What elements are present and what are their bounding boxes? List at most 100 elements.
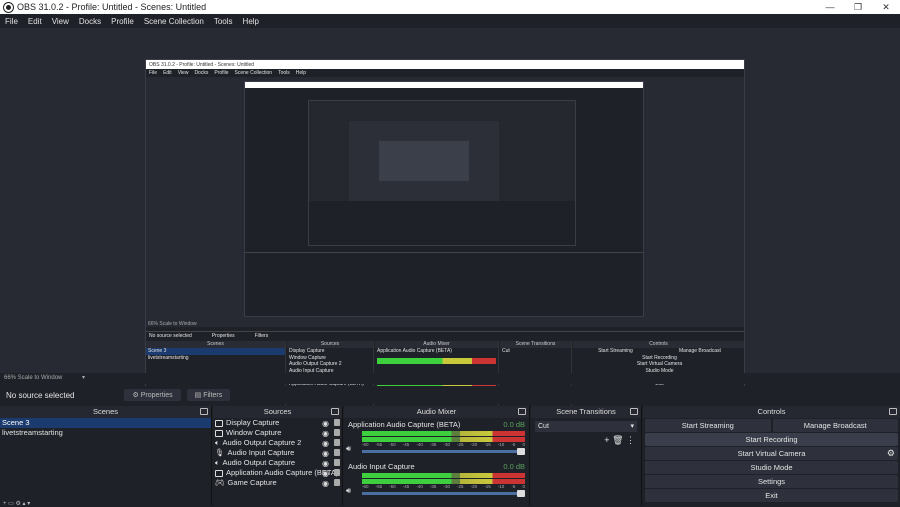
filters-button[interactable]: ▤ Filters: [186, 389, 231, 401]
properties-label: Properties: [140, 392, 173, 399]
tick: -20: [470, 484, 478, 489]
nested-start-streaming: Start Streaming: [598, 348, 633, 354]
lock-icon[interactable]: [334, 429, 340, 436]
speaker-icon[interactable]: 🔊︎: [346, 444, 351, 454]
transitions-header: Scene Transitions: [531, 406, 641, 418]
start-recording-button[interactable]: Start Recording: [645, 433, 898, 446]
source-label: Window Capture: [226, 428, 282, 437]
gear-icon[interactable]: ⚙: [887, 447, 895, 460]
menu-scene-collection[interactable]: Scene Collection: [139, 17, 209, 26]
source-item[interactable]: Display Capture ◉: [213, 418, 342, 428]
studio-mode-button[interactable]: Studio Mode: [645, 461, 898, 474]
nested-manage-broadcast: Manage Broadcast: [678, 348, 721, 354]
manage-broadcast-button[interactable]: Manage Broadcast: [772, 419, 898, 432]
channel-db: 0.0 dB: [503, 462, 525, 471]
tick: -55: [375, 442, 383, 447]
tick: -25: [457, 442, 464, 447]
more-icon[interactable]: ⋮: [626, 435, 635, 445]
undock-icon[interactable]: [200, 408, 208, 415]
menu-edit[interactable]: Edit: [23, 17, 47, 26]
nested-preview-4: [379, 141, 469, 181]
source-label: Audio Output Capture 2: [222, 438, 302, 447]
properties-button[interactable]: ⚙ Properties: [124, 389, 181, 401]
tick: -10: [497, 442, 505, 447]
close-icon[interactable]: ✕: [872, 2, 900, 13]
eye-icon[interactable]: ◉: [322, 419, 329, 428]
trash-icon[interactable]: 🗑︎: [612, 435, 626, 445]
lock-icon[interactable]: [334, 479, 340, 486]
scene-item[interactable]: Scene 3: [0, 418, 211, 428]
menu-view[interactable]: View: [47, 17, 74, 26]
source-item[interactable]: 🔈︎ Audio Output Capture 2 ◉: [213, 438, 342, 448]
lock-icon[interactable]: [334, 469, 340, 476]
menu-profile[interactable]: Profile: [106, 17, 139, 26]
meter-ticks: -60 -55 -50 -45 -40 -35 -30 -25 -20 -15 -10 -5 0: [362, 442, 525, 447]
scenes-dock: Scenes Scene 3 livetstreamstarting + ▭ ⚙…: [0, 406, 212, 507]
start-virtual-camera-button[interactable]: Start Virtual Camera ⚙: [645, 447, 898, 460]
menu-file[interactable]: File: [0, 17, 23, 26]
source-item[interactable]: 🔈︎ Audio Output Capture ◉: [213, 458, 342, 468]
tick: -20: [470, 442, 478, 447]
tick: -40: [416, 484, 423, 489]
eye-icon[interactable]: ◉: [322, 469, 329, 478]
tick: -50: [389, 484, 396, 489]
menu-help[interactable]: Help: [238, 17, 264, 26]
source-item[interactable]: 🎮︎ Game Capture ◉: [213, 478, 342, 488]
mixer-channel: Audio Input Capture 0.0 dB -60 -55 -50 -45 -4…: [344, 460, 529, 502]
scenes-header: Scenes: [0, 406, 211, 418]
source-item[interactable]: Window Capture ◉: [213, 428, 342, 438]
tick: -60: [362, 484, 369, 489]
speaker-icon: 🔈︎: [215, 438, 220, 447]
nested-title-bar: OBS 31.0.2 - Profile: Untitled - Scenes:…: [146, 60, 744, 69]
nested-menu-item: View: [177, 70, 189, 76]
undock-icon[interactable]: [889, 408, 897, 415]
nested-mixer-channel: Application Audio Capture (BETA): [377, 348, 452, 354]
add-icon[interactable]: +: [604, 435, 612, 445]
source-label: Audio Input Capture: [227, 448, 295, 457]
preview-area[interactable]: OBS 31.0.2 - Profile: Untitled - Scenes:…: [0, 28, 900, 409]
settings-button[interactable]: Settings: [645, 475, 898, 488]
application-icon: [215, 469, 223, 477]
eye-icon[interactable]: ◉: [322, 459, 329, 468]
nested-title-bar-2: [245, 82, 643, 88]
source-item[interactable]: Application Audio Capture (BETA) ◉: [213, 468, 342, 478]
channel-name: Application Audio Capture (BETA): [348, 420, 461, 429]
exit-button[interactable]: Exit: [645, 489, 898, 502]
scale-dropdown[interactable]: 66% Scale to Window: [4, 375, 62, 381]
lock-icon[interactable]: [334, 449, 340, 456]
source-item[interactable]: 🎙︎ Audio Input Capture ◉: [213, 448, 342, 458]
speaker-icon[interactable]: 🔊︎: [346, 486, 351, 496]
maximize-icon[interactable]: ❐: [844, 2, 872, 13]
undock-icon[interactable]: [518, 408, 526, 415]
tick: -30: [443, 442, 450, 447]
nested-controls-title: Controls: [573, 341, 744, 348]
volume-slider[interactable]: [362, 448, 525, 455]
nested-meter: [377, 357, 496, 364]
tick: -5: [511, 442, 516, 447]
scene-item[interactable]: livetstreamstarting: [0, 428, 211, 438]
transition-select[interactable]: Cut: [535, 421, 637, 432]
eye-icon[interactable]: ◉: [322, 429, 329, 438]
eye-icon[interactable]: ◉: [322, 479, 329, 488]
volume-slider[interactable]: [362, 490, 525, 497]
undock-icon[interactable]: [331, 408, 339, 415]
filter-icon: ▤: [194, 392, 204, 399]
start-streaming-button[interactable]: Start Streaming: [645, 419, 771, 432]
eye-icon[interactable]: ◉: [322, 449, 329, 458]
tick: -35: [429, 442, 437, 447]
nested-menu-item: Scene Collection: [234, 70, 273, 76]
lock-icon[interactable]: [334, 459, 340, 466]
lock-icon[interactable]: [334, 439, 340, 446]
tick: -35: [429, 484, 437, 489]
sources-header: Sources: [213, 406, 342, 418]
eye-icon[interactable]: ◉: [322, 439, 329, 448]
lock-icon[interactable]: [334, 419, 340, 426]
tick: -45: [402, 484, 410, 489]
no-source-label: No source selected: [6, 390, 75, 400]
minimize-icon[interactable]: —: [816, 2, 844, 12]
menu-docks[interactable]: Docks: [74, 17, 106, 26]
chevron-down-icon[interactable]: ▾: [82, 375, 85, 381]
menu-tools[interactable]: Tools: [209, 17, 238, 26]
nested-toolbar: No source selected Properties Filters: [146, 332, 744, 341]
undock-icon[interactable]: [630, 408, 638, 415]
